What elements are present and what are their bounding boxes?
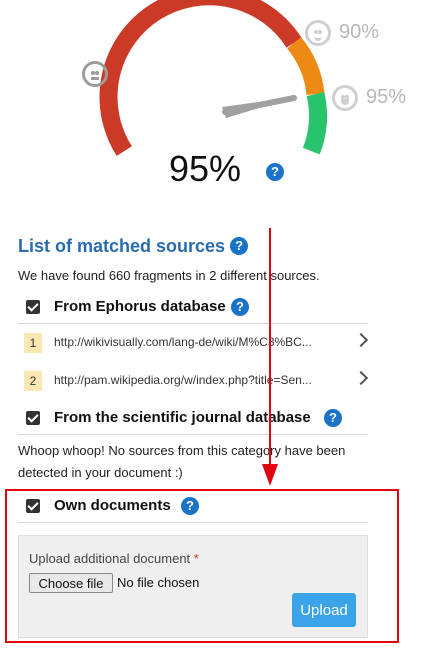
journal-help-icon[interactable]: ? bbox=[324, 409, 342, 427]
gauge-red-arc bbox=[99, 0, 302, 156]
grin-face-icon bbox=[332, 85, 358, 111]
tick-95-label: 95% bbox=[366, 86, 407, 108]
gauge-orange-arc bbox=[286, 37, 325, 96]
chevron-right-icon[interactable] bbox=[353, 332, 369, 348]
required-mark: * bbox=[193, 551, 199, 566]
upload-panel: Upload additional document * Choose file… bbox=[18, 535, 368, 638]
source-row-2[interactable]: 2 http://pam.wikipedia.org/w/index.php?t… bbox=[18, 363, 369, 399]
source-url[interactable]: http://wikivisually.com/lang-de/wiki/M%C… bbox=[54, 335, 344, 349]
journal-section-header: From the scientific journal database ? bbox=[18, 406, 368, 435]
chevron-right-icon[interactable] bbox=[353, 370, 369, 386]
score-help-icon[interactable]: ? bbox=[266, 163, 284, 181]
source-number: 2 bbox=[24, 371, 42, 391]
ephorus-checkbox[interactable] bbox=[26, 300, 40, 314]
ephorus-section-header: From Ephorus database ? bbox=[18, 295, 368, 324]
matched-sources-heading: List of matched sources ? bbox=[18, 236, 249, 257]
upload-button[interactable]: Upload bbox=[292, 593, 356, 627]
journal-checkbox[interactable] bbox=[26, 411, 40, 425]
matched-help-icon[interactable]: ? bbox=[230, 237, 249, 255]
ephorus-title: From Ephorus database bbox=[54, 298, 226, 315]
no-file-chosen-text: No file chosen bbox=[117, 575, 200, 590]
journal-empty-message: Whoop whoop! No sources from this catego… bbox=[18, 443, 346, 480]
ephorus-help-icon[interactable]: ? bbox=[231, 298, 249, 316]
tick-90-label: 90% bbox=[339, 21, 380, 43]
upload-label-text: Upload additional document bbox=[29, 551, 191, 566]
neutral-face-icon bbox=[82, 61, 108, 87]
gauge-green-arc bbox=[302, 92, 327, 155]
smile-face-icon bbox=[305, 20, 331, 46]
own-section-header: Own documents ? bbox=[18, 494, 368, 523]
source-url[interactable]: http://pam.wikipedia.org/w/index.php?tit… bbox=[54, 373, 344, 387]
own-help-icon[interactable]: ? bbox=[181, 497, 199, 515]
source-row-1[interactable]: 1 http://wikivisually.com/lang-de/wiki/M… bbox=[18, 325, 369, 361]
own-title: Own documents bbox=[54, 497, 171, 514]
choose-file-button[interactable]: Choose file bbox=[29, 573, 113, 593]
own-checkbox[interactable] bbox=[26, 499, 40, 513]
score-percent: 95% bbox=[168, 148, 242, 189]
upload-label: Upload additional document * bbox=[29, 551, 199, 566]
matched-sources-heading-text: List of matched sources bbox=[18, 236, 226, 256]
source-number: 1 bbox=[24, 333, 42, 353]
annotation-arrow bbox=[262, 228, 278, 486]
